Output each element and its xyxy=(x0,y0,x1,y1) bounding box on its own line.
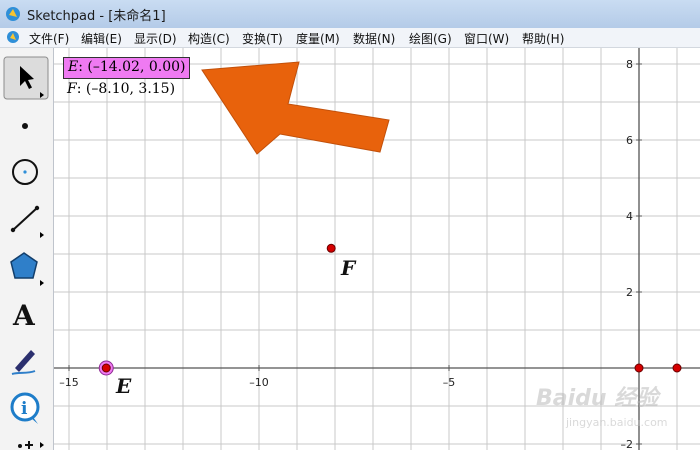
marker-pen-icon xyxy=(11,350,36,375)
custom-tool[interactable] xyxy=(3,432,49,476)
toolbox: A i xyxy=(0,48,54,450)
watermark-brand: Baidu 经验 xyxy=(536,386,659,411)
x-tick-label: –5 xyxy=(443,376,456,389)
menu-data[interactable]: 数据(N) xyxy=(353,30,395,47)
polygon-tool[interactable] xyxy=(3,244,49,288)
point-e[interactable] xyxy=(101,363,111,373)
circle-icon xyxy=(12,159,38,185)
info-icon: i xyxy=(10,392,40,424)
document-icon[interactable] xyxy=(6,30,20,44)
watermark-url: jingyan.baidu.com xyxy=(566,416,668,429)
menu-window[interactable]: 窗口(W) xyxy=(464,30,509,47)
pentagon-icon xyxy=(10,252,44,286)
point-tool[interactable] xyxy=(3,104,49,148)
text-a-icon: A xyxy=(12,299,36,332)
title-bar: Sketchpad - [未命名1] xyxy=(0,0,700,29)
watermark: Baidu 经验 jingyan.baidu.com xyxy=(536,376,686,436)
svg-text:A: A xyxy=(12,299,36,332)
measurement-e-name: E xyxy=(68,59,79,75)
custom-tool-icon xyxy=(18,441,44,449)
line-segment-icon xyxy=(10,205,44,238)
measurement-e-coordinates[interactable]: E: (–14.02, 0.00) xyxy=(63,57,191,79)
y-tick-label: 4 xyxy=(626,210,633,223)
menu-edit[interactable]: 编辑(E) xyxy=(81,30,122,47)
sketchpad-app-icon xyxy=(6,7,20,21)
y-tick-label: 2 xyxy=(626,286,633,299)
marker-tool[interactable] xyxy=(3,338,49,382)
measurement-f-name: F xyxy=(67,81,77,97)
y-tick-label: 6 xyxy=(626,134,633,147)
menu-graph[interactable]: 绘图(G) xyxy=(409,30,452,47)
y-tick-label: 8 xyxy=(626,58,633,71)
point-e-label[interactable]: E xyxy=(116,374,131,398)
point-f-label[interactable]: F xyxy=(341,256,355,280)
x-tick-label: –15 xyxy=(59,376,79,389)
menu-bar: 文件(F) 编辑(E) 显示(D) 构造(C) 变换(T) 度量(M) 数据(N… xyxy=(0,28,700,48)
measurement-e-value: : (–14.02, 0.00) xyxy=(78,59,186,75)
menu-transform[interactable]: 变换(T) xyxy=(242,30,283,47)
svg-text:i: i xyxy=(21,399,28,419)
arrow-cursor-icon xyxy=(3,56,49,100)
compass-tool[interactable] xyxy=(3,150,49,194)
measurement-f-coordinates[interactable]: F: (–8.10, 3.15) xyxy=(67,81,175,97)
text-tool[interactable]: A xyxy=(3,292,49,336)
information-tool[interactable]: i xyxy=(3,386,49,430)
point-f[interactable] xyxy=(326,243,336,253)
measurement-f-value: : (–8.10, 3.15) xyxy=(76,81,176,97)
unit-point[interactable] xyxy=(672,363,682,373)
window-title: Sketchpad - [未命名1] xyxy=(27,9,166,24)
point-icon xyxy=(22,123,28,129)
points-layer xyxy=(98,243,682,376)
menu-measure[interactable]: 度量(M) xyxy=(296,30,340,47)
menu-file[interactable]: 文件(F) xyxy=(29,30,69,47)
origin-point[interactable] xyxy=(634,363,644,373)
menu-help[interactable]: 帮助(H) xyxy=(522,30,564,47)
straightedge-tool[interactable] xyxy=(3,196,49,240)
menu-construct[interactable]: 构造(C) xyxy=(188,30,230,47)
selection-arrow-tool[interactable] xyxy=(3,56,49,100)
menu-display[interactable]: 显示(D) xyxy=(134,30,177,47)
x-tick-label: –10 xyxy=(249,376,269,389)
y-tick-label: –2 xyxy=(621,438,634,450)
